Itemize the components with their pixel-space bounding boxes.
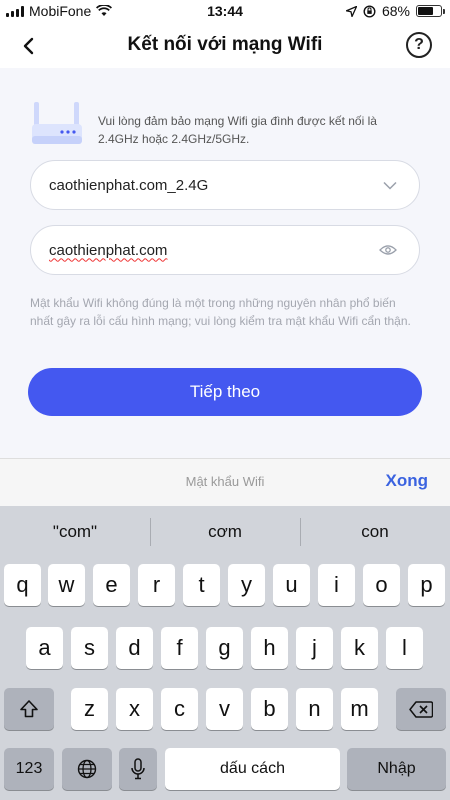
suggestion-item[interactable]: "com"	[0, 506, 150, 556]
shift-key[interactable]	[4, 688, 54, 730]
key-g[interactable]: g	[206, 627, 243, 669]
key-i[interactable]: i	[318, 564, 355, 606]
return-key[interactable]: Nhập	[347, 748, 446, 790]
key-c[interactable]: c	[161, 688, 198, 730]
password-hint: Mật khẩu Wifi không đúng là một trong nh…	[30, 296, 411, 328]
app-header: Kết nối với mạng Wifi ?	[0, 24, 450, 68]
key-d[interactable]: d	[116, 627, 153, 669]
rotation-lock-icon	[363, 4, 376, 18]
globe-icon	[77, 759, 97, 779]
key-k[interactable]: k	[341, 627, 378, 669]
key-l[interactable]: l	[386, 627, 423, 669]
key-u[interactable]: u	[273, 564, 310, 606]
suggestion-bar: "com" cơm con	[0, 506, 450, 556]
key-y[interactable]: y	[228, 564, 265, 606]
key-m[interactable]: m	[341, 688, 378, 730]
battery-percent: 68%	[381, 3, 410, 19]
key-q[interactable]: q	[4, 564, 41, 606]
key-t[interactable]: t	[183, 564, 220, 606]
suggestion-item[interactable]: cơm	[150, 506, 300, 556]
page-title: Kết nối với mạng Wifi	[127, 34, 323, 55]
key-s[interactable]: s	[71, 627, 108, 669]
key-a[interactable]: a	[26, 627, 63, 669]
help-button[interactable]: ?	[406, 32, 432, 58]
battery-icon	[416, 5, 445, 17]
wifi-network-value: caothienphat.com_2.4G	[49, 176, 209, 194]
keyboard: "com" cơm con q w e r t y u i o p a s d …	[0, 506, 450, 800]
globe-key[interactable]	[62, 748, 112, 790]
key-f[interactable]: f	[161, 627, 198, 669]
key-n[interactable]: n	[296, 688, 333, 730]
done-button[interactable]: Xong	[386, 471, 429, 491]
key-h[interactable]: h	[251, 627, 288, 669]
space-key[interactable]: dấu cách	[165, 748, 340, 790]
key-w[interactable]: w	[48, 564, 85, 606]
dictation-key[interactable]	[119, 748, 157, 790]
key-v[interactable]: v	[206, 688, 243, 730]
key-r[interactable]: r	[138, 564, 175, 606]
suggestion-item[interactable]: con	[300, 506, 450, 556]
next-button[interactable]: Tiếp theo	[28, 368, 422, 416]
numbers-key[interactable]: 123	[4, 748, 54, 790]
status-bar: MobiFone 13:44 68%	[0, 0, 450, 24]
eye-icon[interactable]	[379, 244, 397, 256]
wifi-band-info: Vui lòng đảm bảo mạng Wifi gia đình được…	[98, 114, 377, 146]
key-z[interactable]: z	[71, 688, 108, 730]
wifi-password-value: caothienphat.com	[49, 241, 168, 259]
keyboard-accessory-bar: Mật khẩu Wifi Xong	[0, 458, 450, 506]
wifi-network-select[interactable]: caothienphat.com_2.4G	[30, 160, 420, 210]
backspace-key[interactable]	[396, 688, 446, 730]
active-field-label: Mật khẩu Wifi	[185, 474, 265, 489]
chevron-down-icon	[383, 181, 397, 190]
backspace-icon	[409, 700, 433, 718]
shift-arrow-icon	[20, 700, 38, 718]
key-j[interactable]: j	[296, 627, 333, 669]
microphone-icon	[131, 758, 145, 780]
key-p[interactable]: p	[408, 564, 445, 606]
key-o[interactable]: o	[363, 564, 400, 606]
location-arrow-icon	[345, 5, 357, 17]
question-mark-icon: ?	[414, 36, 424, 53]
router-icon	[32, 102, 82, 144]
wifi-password-input[interactable]: caothienphat.com	[30, 225, 420, 275]
key-x[interactable]: x	[116, 688, 153, 730]
key-b[interactable]: b	[251, 688, 288, 730]
key-e[interactable]: e	[93, 564, 130, 606]
